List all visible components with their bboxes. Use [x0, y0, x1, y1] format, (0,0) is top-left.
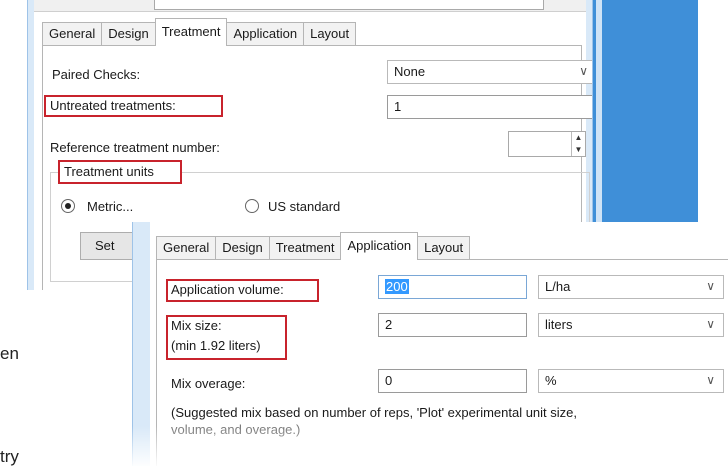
mix-size-unit-select[interactable]: liters ∨ [538, 313, 724, 337]
chevron-down-icon: ∨ [579, 64, 588, 78]
tab-layout[interactable]: Layout [303, 22, 357, 46]
truncated-field [154, 0, 544, 10]
background-text-fragment: en [0, 344, 19, 363]
suggested-mix-note: (Suggested mix based on number of reps, … [171, 405, 578, 420]
metric-radio[interactable] [61, 199, 75, 213]
tab-application[interactable]: Application [226, 22, 305, 46]
application-volume-value: 200 [385, 279, 409, 294]
tab-design[interactable]: Design [215, 236, 270, 260]
application-volume-label: Application volume: [171, 282, 284, 297]
paired-checks-select[interactable]: None ∨ [387, 60, 592, 84]
tab-layout[interactable]: Layout [417, 236, 471, 260]
us-standard-radio[interactable] [245, 199, 259, 213]
untreated-treatments-input[interactable]: 1 [387, 95, 592, 119]
tab-general[interactable]: General [156, 236, 217, 260]
mix-overage-label: Mix overage: [171, 376, 246, 391]
application-settings-panel: General Design Treatment Application Lay… [132, 222, 728, 466]
mix-overage-unit: % [545, 373, 557, 388]
application-volume-unit-select[interactable]: L/ha ∨ [538, 275, 724, 299]
treatment-units-label: Treatment units [64, 164, 154, 179]
tab-treatment[interactable]: Treatment [154, 18, 228, 46]
mix-size-minimum-hint: (min 1.92 liters) [171, 338, 261, 353]
paired-checks-value: None [394, 64, 426, 79]
chevron-down-icon: ∨ [706, 373, 715, 387]
mix-overage-input[interactable]: 0 [378, 369, 527, 393]
metric-radio-label: Metric... [87, 199, 134, 214]
spinner-arrows-icon[interactable]: ▲ ▼ [571, 132, 585, 156]
mix-size-label: Mix size: [171, 318, 222, 333]
application-volume-unit: L/ha [545, 279, 571, 294]
dialog-top-strip [34, 0, 586, 12]
chevron-down-icon: ∨ [706, 279, 715, 293]
untreated-treatments-label: Untreated treatments: [50, 98, 176, 113]
tab-bar: General Design Treatment Application Lay… [156, 232, 471, 260]
tab-application[interactable]: Application [340, 232, 419, 260]
window-frame-left [28, 0, 34, 290]
application-volume-input[interactable]: 200 [378, 275, 527, 299]
fade-overlay [132, 426, 728, 466]
us-standard-radio-label: US standard [268, 199, 341, 214]
mix-size-unit: liters [545, 317, 573, 332]
reference-treatment-spinner[interactable]: ▲ ▼ [508, 131, 586, 157]
chevron-down-icon: ∨ [706, 317, 715, 331]
background-text-fragment: try [0, 447, 19, 466]
tab-general[interactable]: General [42, 22, 103, 46]
reference-treatment-label: Reference treatment number: [50, 140, 220, 155]
mix-size-input[interactable]: 2 [378, 313, 527, 337]
tab-treatment[interactable]: Treatment [268, 236, 342, 260]
tab-design[interactable]: Design [101, 22, 156, 46]
tab-bar: General Design Treatment Application Lay… [42, 18, 357, 46]
paired-checks-label: Paired Checks: [52, 67, 141, 82]
mix-overage-unit-select[interactable]: % ∨ [538, 369, 724, 393]
